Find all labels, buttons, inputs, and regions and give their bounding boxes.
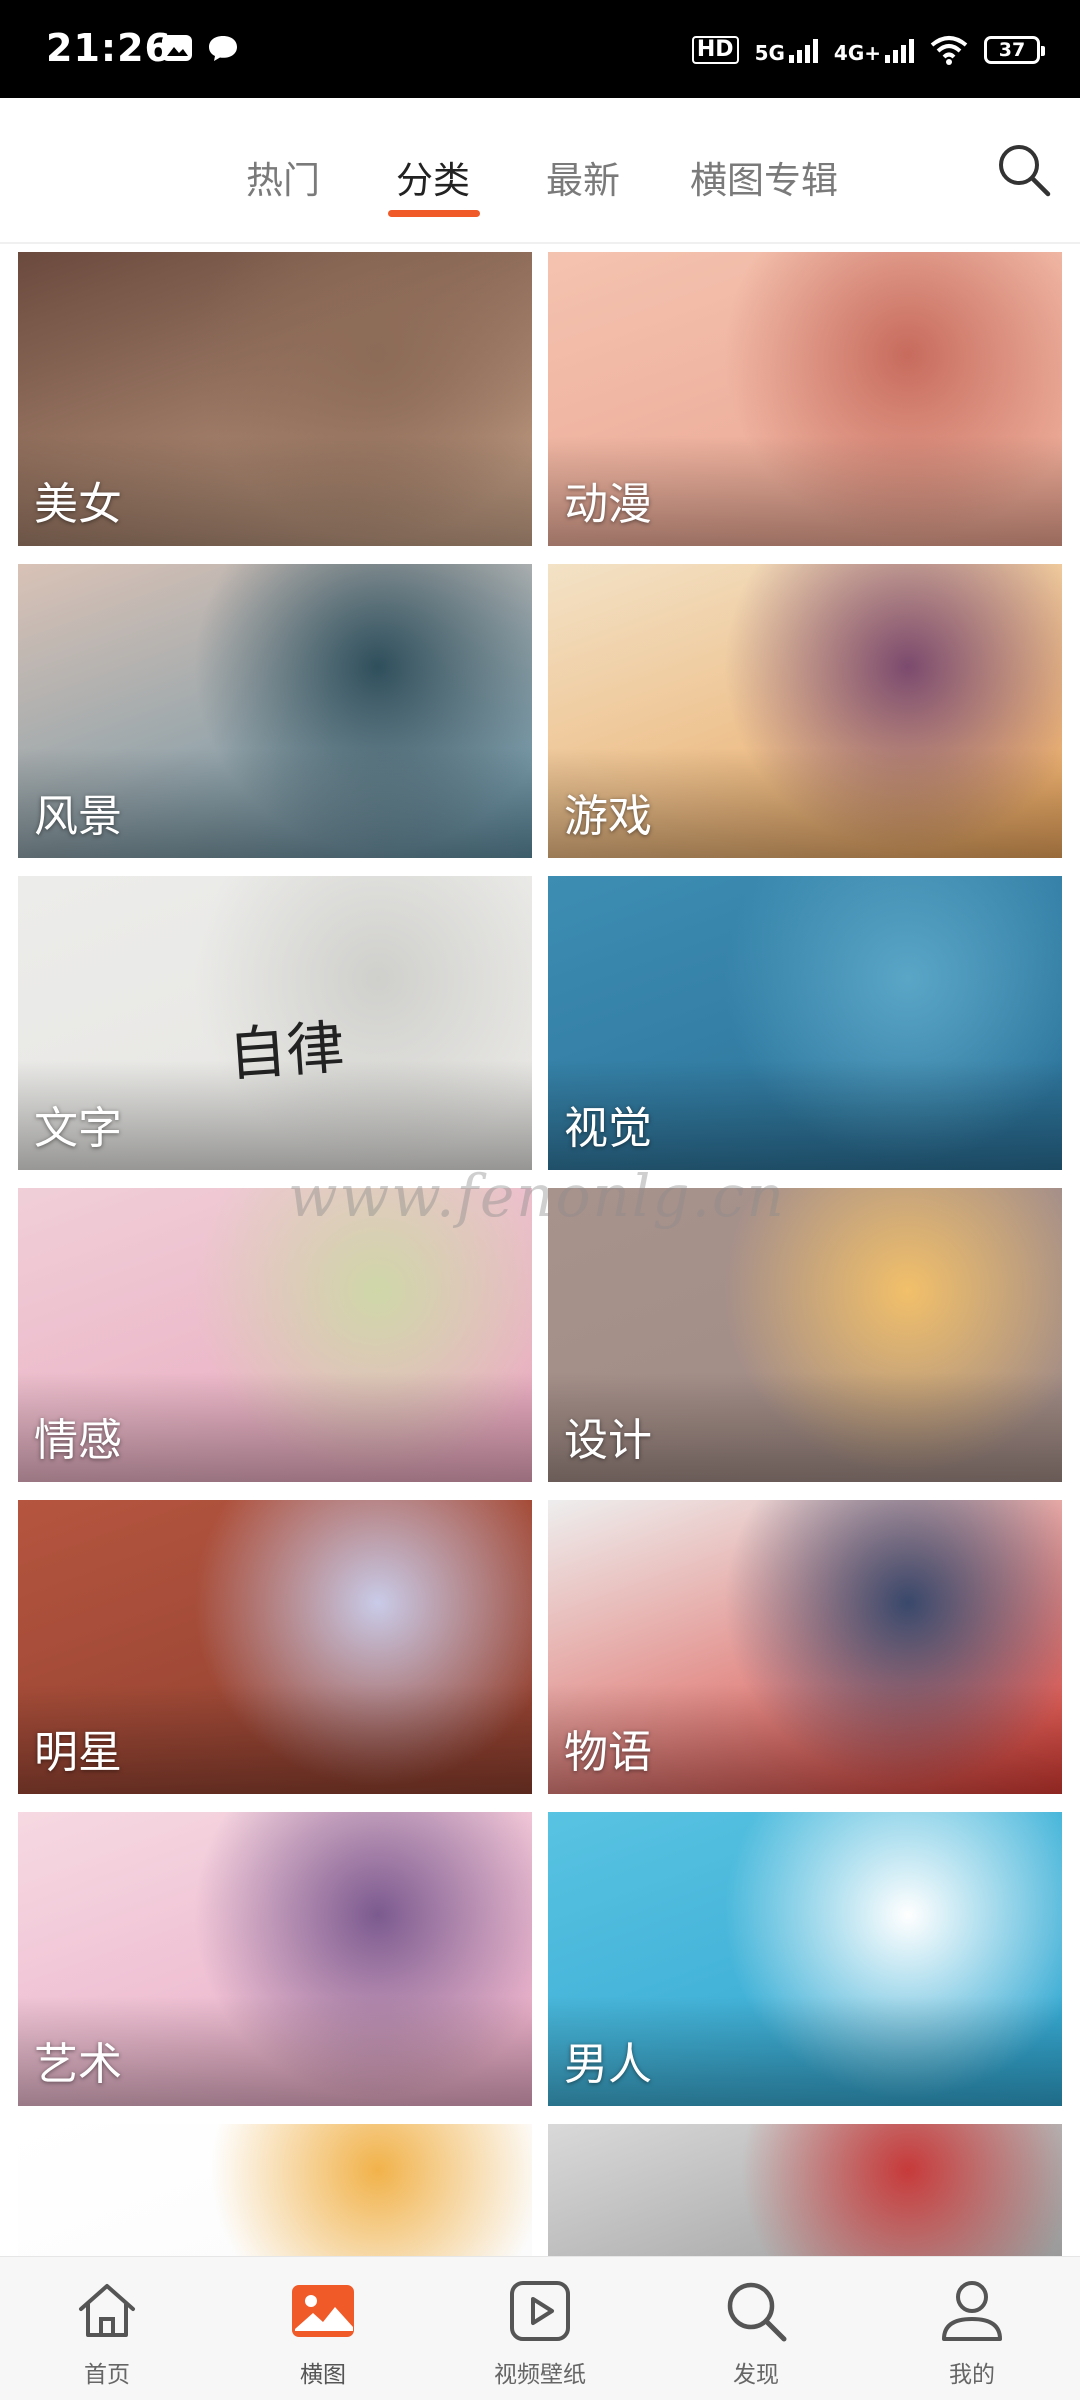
category-tile[interactable]: 美女 bbox=[18, 252, 532, 546]
nav-video-wallpaper-label: 视频壁纸 bbox=[494, 2362, 586, 2388]
category-tile[interactable]: 设计 bbox=[548, 1188, 1062, 1482]
nav-profile-label: 我的 bbox=[949, 2362, 995, 2388]
nav-discover-label: 发现 bbox=[733, 2362, 779, 2388]
tab-landscape-album[interactable]: 横图专辑 bbox=[690, 150, 838, 204]
home-icon bbox=[79, 2284, 135, 2337]
network-5g-label: 5G bbox=[754, 41, 785, 65]
bottom-navigation: 首页 横图 视频壁纸 发现 我的 bbox=[0, 2256, 1080, 2400]
category-label: 情感 bbox=[34, 1415, 122, 1466]
category-label: 明星 bbox=[34, 1727, 122, 1778]
category-tile[interactable]: 游戏 bbox=[548, 564, 1062, 858]
category-tile[interactable]: 自律 文字 bbox=[18, 876, 532, 1170]
signal-5g: 5G bbox=[755, 37, 818, 63]
category-label: 物语 bbox=[564, 1727, 652, 1778]
category-tile[interactable]: 视觉 bbox=[548, 876, 1062, 1170]
category-tile[interactable] bbox=[548, 2124, 1062, 2256]
profile-icon bbox=[942, 2281, 1002, 2341]
category-tile[interactable]: 情感 bbox=[18, 1188, 532, 1482]
nav-home[interactable]: 首页 bbox=[17, 2257, 197, 2400]
tab-hot[interactable]: 热门 bbox=[246, 150, 320, 204]
category-label: 美女 bbox=[34, 479, 122, 530]
category-tile[interactable]: 艺术 bbox=[18, 1812, 532, 2106]
category-label: 文字 bbox=[34, 1103, 122, 1154]
category-label: 游戏 bbox=[564, 791, 652, 842]
signal-4g: 4G+ bbox=[834, 37, 914, 63]
signal-bars-icon bbox=[788, 37, 818, 63]
video-play-icon bbox=[510, 2281, 570, 2341]
category-label: 视觉 bbox=[564, 1103, 652, 1154]
nav-home-label: 首页 bbox=[84, 2362, 130, 2388]
nav-discover[interactable]: 发现 bbox=[666, 2257, 846, 2400]
category-label: 设计 bbox=[564, 1415, 652, 1466]
category-tile[interactable]: 物语 bbox=[548, 1500, 1062, 1794]
category-label: 男人 bbox=[564, 2039, 652, 2090]
discover-search-icon bbox=[727, 2282, 787, 2342]
category-tile[interactable]: 动漫 bbox=[548, 252, 1062, 546]
nav-profile[interactable]: 我的 bbox=[882, 2257, 1062, 2400]
category-thumbnail bbox=[18, 2124, 532, 2256]
search-icon[interactable] bbox=[994, 140, 1054, 200]
hd-badge: HD bbox=[691, 36, 739, 64]
category-tab-bar: 热门 分类 最新 横图专辑 bbox=[0, 98, 1080, 244]
category-tile[interactable]: 明星 bbox=[18, 1500, 532, 1794]
active-tab-indicator bbox=[388, 210, 480, 217]
wifi-icon bbox=[930, 36, 968, 65]
category-thumbnail bbox=[548, 2124, 1062, 2256]
message-notification-icon bbox=[209, 36, 237, 61]
category-tile[interactable] bbox=[18, 2124, 532, 2256]
nav-video-wallpaper[interactable]: 视频壁纸 bbox=[450, 2257, 630, 2400]
nav-landscape[interactable]: 横图 bbox=[233, 2257, 413, 2400]
category-label: 动漫 bbox=[564, 479, 652, 530]
status-time: 21:26 bbox=[46, 26, 172, 70]
category-tile[interactable]: 风景 bbox=[18, 564, 532, 858]
battery-level: 37 bbox=[998, 39, 1026, 61]
category-label: 风景 bbox=[34, 791, 122, 842]
nav-landscape-label: 横图 bbox=[300, 2362, 346, 2388]
status-indicators: HD 5G 4G+ 37 bbox=[691, 28, 1045, 72]
network-4g-label: 4G+ bbox=[833, 41, 881, 65]
tab-latest[interactable]: 最新 bbox=[546, 150, 620, 204]
gallery-notification-icon bbox=[162, 35, 192, 61]
status-bar: 21:26 HD 5G 4G+ 37 bbox=[0, 0, 1080, 98]
category-label: 艺术 bbox=[34, 2039, 122, 2090]
signal-bars-icon bbox=[885, 37, 914, 63]
watermark: www.fenonlg.cn bbox=[288, 1162, 786, 1230]
tab-category[interactable]: 分类 bbox=[396, 150, 470, 204]
image-icon bbox=[292, 2285, 354, 2337]
battery-icon: 37 bbox=[984, 36, 1045, 64]
category-tile[interactable]: 男人 bbox=[548, 1812, 1062, 2106]
